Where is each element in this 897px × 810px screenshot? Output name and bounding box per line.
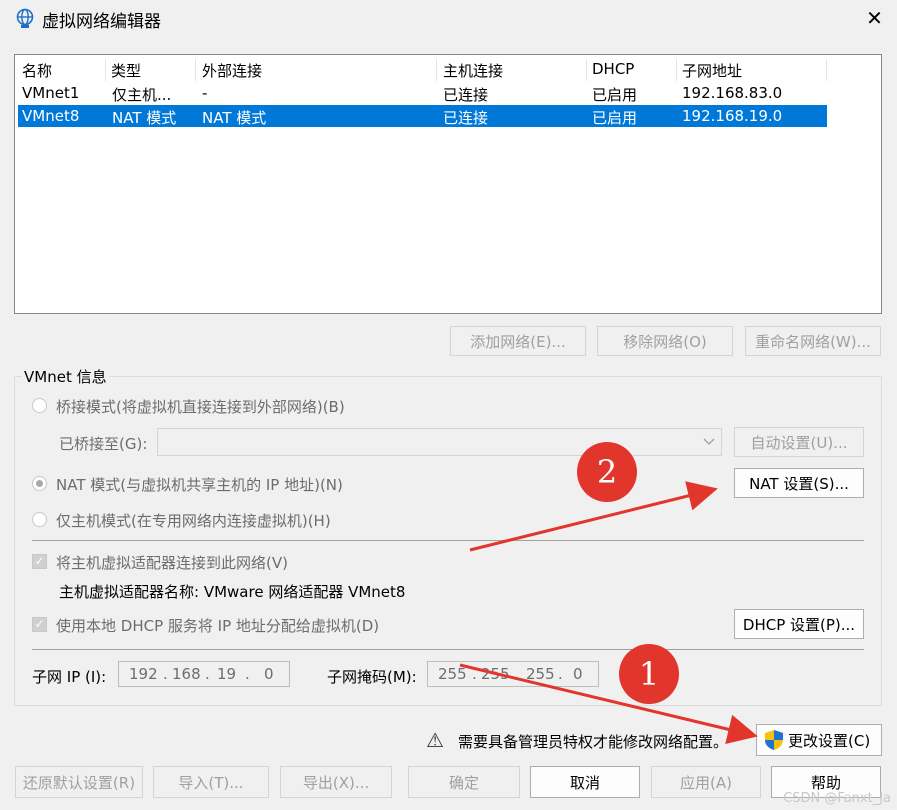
host-only-label: 仅主机模式(在专用网络内连接虚拟机)(H) [56, 512, 331, 530]
row-external: - [202, 84, 208, 102]
bridge-mode-label: 桥接模式(将虚拟机直接连接到外部网络)(B) [56, 398, 345, 416]
ok-button[interactable]: 确定 [408, 766, 520, 798]
use-dhcp-checkbox[interactable]: ✓ [32, 617, 47, 632]
row-dhcp: 已启用 [592, 109, 638, 127]
ip-octet: 0 [573, 665, 583, 683]
subnet-mask-input[interactable]: 255 . 255 . 255 . 0 [427, 661, 599, 687]
nat-mode-radio[interactable] [32, 476, 47, 491]
export-button[interactable]: 导出(X)... [280, 766, 392, 798]
nat-mode-label: NAT 模式(与虚拟机共享主机的 IP 地址)(N) [56, 476, 343, 494]
table-row[interactable]: VMnet1 仅主机... - 已连接 已启用 192.168.83.0 [18, 82, 827, 104]
auto-settings-button[interactable]: 自动设置(U)... [734, 427, 864, 457]
window-title: 虚拟网络编辑器 [42, 12, 161, 32]
divider [32, 649, 864, 650]
ip-octet: 255 [438, 665, 467, 683]
ip-dot: . [558, 665, 563, 683]
column-type[interactable]: 类型 [111, 60, 141, 81]
connect-adapter-checkbox[interactable]: ✓ [32, 554, 47, 569]
import-button[interactable]: 导入(T)... [153, 766, 269, 798]
restore-defaults-button[interactable]: 还原默认设置(R) [15, 766, 143, 798]
admin-warning-text: 需要具备管理员特权才能修改网络配置。 [458, 733, 729, 751]
network-list[interactable]: 名称 类型 外部连接 主机连接 DHCP 子网地址 VMnet1 仅主机... … [14, 54, 882, 314]
subnet-mask-label: 子网掩码(M): [327, 668, 417, 686]
column-subnet[interactable]: 子网地址 [682, 60, 742, 81]
divider [32, 540, 864, 541]
rename-network-button[interactable]: 重命名网络(W)... [745, 326, 881, 356]
ip-octet: 192 [129, 665, 158, 683]
ip-dot: . [163, 665, 168, 683]
ip-dot: . [472, 665, 477, 683]
watermark: CSDN @Fanxt_Ja [783, 791, 891, 806]
ip-octet: 255 [526, 665, 555, 683]
row-external: NAT 模式 [202, 109, 267, 127]
list-header: 名称 类型 外部连接 主机连接 DHCP 子网地址 [15, 57, 881, 81]
ip-dot: . [205, 665, 210, 683]
row-subnet: 192.168.83.0 [682, 84, 783, 102]
column-external[interactable]: 外部连接 [202, 60, 262, 81]
adapter-name-text: 主机虚拟适配器名称: VMware 网络适配器 VMnet8 [59, 583, 406, 601]
ip-octet: 255 [481, 665, 510, 683]
change-settings-button[interactable]: 更改设置(C) [756, 724, 882, 756]
cancel-button[interactable]: 取消 [530, 766, 640, 798]
ip-octet: 0 [264, 665, 274, 683]
use-dhcp-label: 使用本地 DHCP 服务将 IP 地址分配给虚拟机(D) [56, 617, 380, 635]
connect-adapter-label: 将主机虚拟适配器连接到此网络(V) [56, 554, 288, 572]
column-host[interactable]: 主机连接 [443, 60, 503, 81]
warning-icon: ⚠ [426, 728, 444, 752]
row-subnet: 192.168.19.0 [682, 107, 783, 125]
add-network-button[interactable]: 添加网络(E)... [450, 326, 586, 356]
dhcp-settings-button[interactable]: DHCP 设置(P)... [734, 609, 864, 639]
ip-octet: 168 [172, 665, 201, 683]
vmnet-info-label: VMnet 信息 [22, 366, 109, 387]
row-host: 已连接 [443, 86, 489, 104]
column-name[interactable]: 名称 [22, 60, 52, 81]
row-type: 仅主机... [112, 86, 172, 104]
shield-icon [765, 730, 783, 750]
ip-dot: . [514, 665, 519, 683]
ip-dot: . [245, 665, 250, 683]
host-only-radio[interactable] [32, 512, 47, 527]
row-host: 已连接 [443, 109, 489, 127]
row-name: VMnet8 [22, 107, 80, 125]
column-dhcp[interactable]: DHCP [592, 60, 634, 78]
annotation-badge-1: 1 [619, 644, 679, 704]
change-settings-label: 更改设置(C) [788, 731, 871, 750]
vmnet-info-group [14, 376, 882, 706]
close-button[interactable]: ✕ [852, 0, 897, 36]
apply-button[interactable]: 应用(A) [651, 766, 761, 798]
bridged-to-label: 已桥接至(G): [59, 435, 148, 453]
annotation-badge-2: 2 [577, 442, 637, 502]
row-dhcp: 已启用 [592, 86, 638, 104]
ip-octet: 19 [217, 665, 237, 683]
table-row[interactable]: VMnet8 NAT 模式 NAT 模式 已连接 已启用 192.168.19.… [18, 105, 827, 127]
chevron-down-icon [703, 438, 715, 445]
row-type: NAT 模式 [112, 109, 177, 127]
remove-network-button[interactable]: 移除网络(O) [597, 326, 733, 356]
subnet-ip-label: 子网 IP (I): [32, 668, 107, 686]
bridge-mode-radio[interactable] [32, 398, 47, 413]
subnet-ip-input[interactable]: 192 . 168 . 19 . 0 [118, 661, 290, 687]
row-name: VMnet1 [22, 84, 80, 102]
bridged-to-select[interactable] [157, 428, 722, 456]
nat-settings-button[interactable]: NAT 设置(S)... [734, 468, 864, 498]
globe-icon [16, 8, 34, 28]
